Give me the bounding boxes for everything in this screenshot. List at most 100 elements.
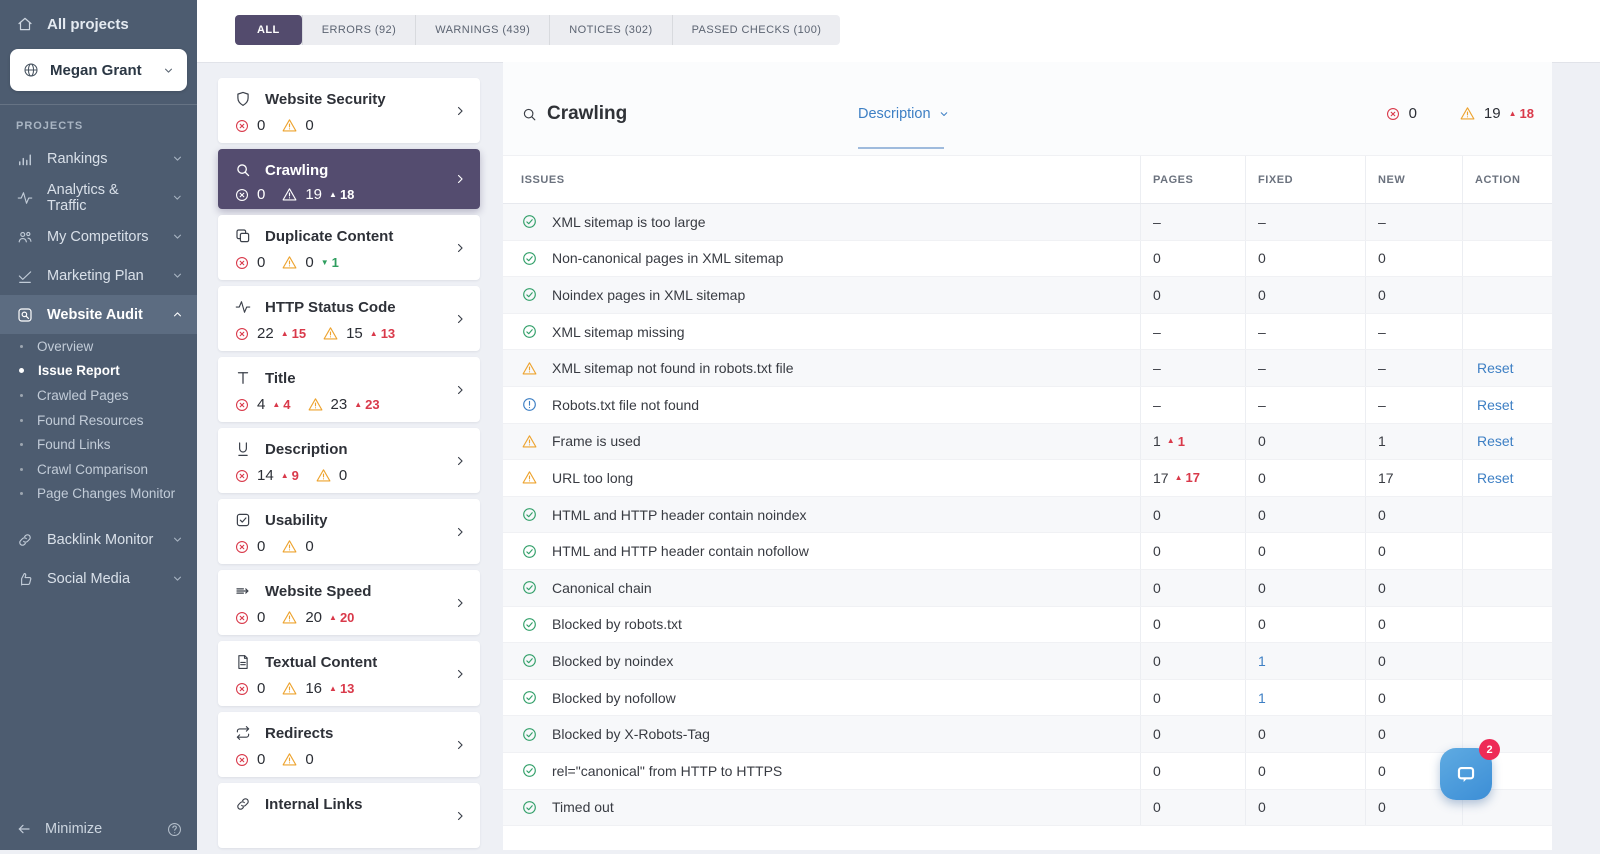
chevron-right-icon: [453, 241, 467, 255]
spacer: [0, 506, 197, 520]
table-row[interactable]: XML sitemap not found in robots.txt file…: [503, 350, 1552, 387]
reset-link[interactable]: Reset: [1477, 360, 1514, 376]
page-title: Crawling: [547, 103, 627, 125]
pages-cell: –: [1140, 204, 1245, 240]
column-header-pages[interactable]: PAGES: [1140, 156, 1245, 203]
description-filter-tab[interactable]: Description: [858, 106, 950, 122]
category-card[interactable]: Usability 0 0: [218, 499, 480, 564]
sidebar-nav-item[interactable]: Backlink Monitor: [0, 520, 197, 559]
table-row[interactable]: Non-canonical pages in XML sitemap 0 0 0: [503, 241, 1552, 278]
all-projects-link[interactable]: All projects: [0, 0, 197, 42]
backlink-icon: [16, 531, 34, 549]
new-cell: 0: [1365, 607, 1462, 643]
sidebar-nav-item[interactable]: Social Media: [0, 559, 197, 598]
sidebar-subitem[interactable]: Crawled Pages: [0, 383, 197, 408]
issue-label: Canonical chain: [552, 580, 652, 596]
new-cell: –: [1365, 350, 1462, 386]
action-cell: [1462, 204, 1552, 240]
table-row[interactable]: HTML and HTTP header contain noindex 0 0…: [503, 497, 1552, 534]
chat-widget-button[interactable]: 2: [1440, 748, 1492, 800]
table-row[interactable]: Blocked by nofollow 0 1 0: [503, 680, 1552, 717]
warnings-stat: 19 18: [281, 186, 354, 203]
column-header-issues[interactable]: ISSUES: [503, 156, 1140, 203]
table-row[interactable]: Blocked by noindex 0 1 0: [503, 643, 1552, 680]
category-card[interactable]: Website Speed 0 20 20: [218, 570, 480, 635]
category-card[interactable]: Textual Content 0 16 13: [218, 641, 480, 706]
sidebar-subitem[interactable]: Issue Report: [0, 359, 197, 384]
sidebar-subitem[interactable]: Crawl Comparison: [0, 457, 197, 482]
fixed-cell: –: [1245, 314, 1365, 350]
table-row[interactable]: URL too long 17 17 0 17 Reset: [503, 460, 1552, 497]
category-card[interactable]: Description 14 9 0: [218, 428, 480, 493]
sidebar-nav-item[interactable]: My Competitors: [0, 217, 197, 256]
delta-arrow-icon: [321, 259, 329, 267]
sidebar-nav-item[interactable]: Marketing Plan: [0, 256, 197, 295]
filter-tab[interactable]: ALL: [235, 15, 302, 45]
issue-label: HTML and HTTP header contain nofollow: [552, 543, 809, 559]
pages-cell: 0: [1140, 497, 1245, 533]
table-row[interactable]: Canonical chain 0 0 0: [503, 570, 1552, 607]
chevron-right-icon: [453, 525, 467, 539]
column-header-fixed[interactable]: FIXED: [1245, 156, 1365, 203]
table-header: ISSUES PAGES FIXED NEW ACTION: [503, 155, 1552, 204]
table-row[interactable]: Blocked by X-Robots-Tag 0 0 0: [503, 716, 1552, 753]
table-row[interactable]: Robots.txt file not found – – – Reset: [503, 387, 1552, 424]
sidebar-nav-item-website-audit[interactable]: Website Audit: [0, 295, 197, 334]
sidebar-subitem[interactable]: Page Changes Monitor: [0, 482, 197, 507]
sidebar-subitem[interactable]: Found Links: [0, 432, 197, 457]
table-row[interactable]: Frame is used 1 1 0 1 Reset: [503, 424, 1552, 461]
warning-triangle-icon: [281, 751, 298, 768]
category-card[interactable]: Crawling 0 19 18: [218, 149, 480, 209]
table-row[interactable]: XML sitemap missing – – –: [503, 314, 1552, 351]
error-circle-icon: [234, 610, 250, 626]
minimize-button[interactable]: Minimize: [0, 808, 197, 850]
filter-tab[interactable]: WARNINGS (439): [415, 15, 549, 45]
reset-link[interactable]: Reset: [1477, 397, 1514, 413]
search-icon[interactable]: [521, 106, 538, 123]
reset-link[interactable]: Reset: [1477, 433, 1514, 449]
help-icon[interactable]: [166, 821, 183, 838]
filter-tab[interactable]: NOTICES (302): [549, 15, 671, 45]
category-card[interactable]: Website Security 0 0: [218, 78, 480, 143]
passed-icon: [521, 726, 538, 743]
warning-triangle-icon: [307, 396, 324, 413]
table-row[interactable]: XML sitemap is too large – – –: [503, 204, 1552, 241]
fixed-cell: 0: [1245, 790, 1365, 826]
title-icon: [234, 369, 252, 387]
sidebar-nav-item[interactable]: Rankings: [0, 139, 197, 178]
category-card[interactable]: Title 4 4 23 23: [218, 357, 480, 422]
table-row[interactable]: Timed out 0 0 0: [503, 790, 1552, 827]
chevron-down-icon: [171, 533, 184, 546]
column-header-new[interactable]: NEW: [1365, 156, 1462, 203]
textual-icon: [234, 653, 252, 671]
sidebar-subitem[interactable]: Overview: [0, 334, 197, 359]
warning-triangle-icon: [281, 186, 298, 203]
table-row[interactable]: Blocked by robots.txt 0 0 0: [503, 607, 1552, 644]
table-row[interactable]: rel="canonical" from HTTP to HTTPS 0 0 0: [503, 753, 1552, 790]
error-circle-icon: [234, 752, 250, 768]
bullet-dot: [20, 492, 23, 495]
filter-tab[interactable]: PASSED CHECKS (100): [672, 15, 841, 45]
sidebar-nav-item[interactable]: Analytics & Traffic: [0, 178, 197, 217]
table-row[interactable]: HTML and HTTP header contain nofollow 0 …: [503, 533, 1552, 570]
fixed-cell: 0: [1245, 424, 1365, 460]
chevron-right-icon: [453, 596, 467, 610]
filter-tab[interactable]: ERRORS (92): [302, 15, 416, 45]
pages-cell: 0: [1140, 533, 1245, 569]
category-card[interactable]: HTTP Status Code 22 15 15 13: [218, 286, 480, 351]
issue-label: Robots.txt file not found: [552, 397, 699, 413]
category-card[interactable]: Internal Links: [218, 783, 480, 848]
passed-icon: [521, 250, 538, 267]
table-row[interactable]: Noindex pages in XML sitemap 0 0 0: [503, 277, 1552, 314]
chevron-down-icon: [171, 230, 184, 243]
warning-triangle-icon: [1459, 105, 1476, 122]
category-card[interactable]: Redirects 0 0: [218, 712, 480, 777]
category-card[interactable]: Duplicate Content 0 0 1: [218, 215, 480, 280]
pages-cell: 17 17: [1140, 460, 1245, 496]
project-selector[interactable]: Megan Grant: [10, 49, 187, 91]
chat-bubble-icon: [1453, 761, 1479, 787]
reset-link[interactable]: Reset: [1477, 470, 1514, 486]
sidebar-subitem[interactable]: Found Resources: [0, 408, 197, 433]
delta-arrow-icon: [1509, 110, 1517, 118]
warning-triangle-icon: [315, 467, 332, 484]
